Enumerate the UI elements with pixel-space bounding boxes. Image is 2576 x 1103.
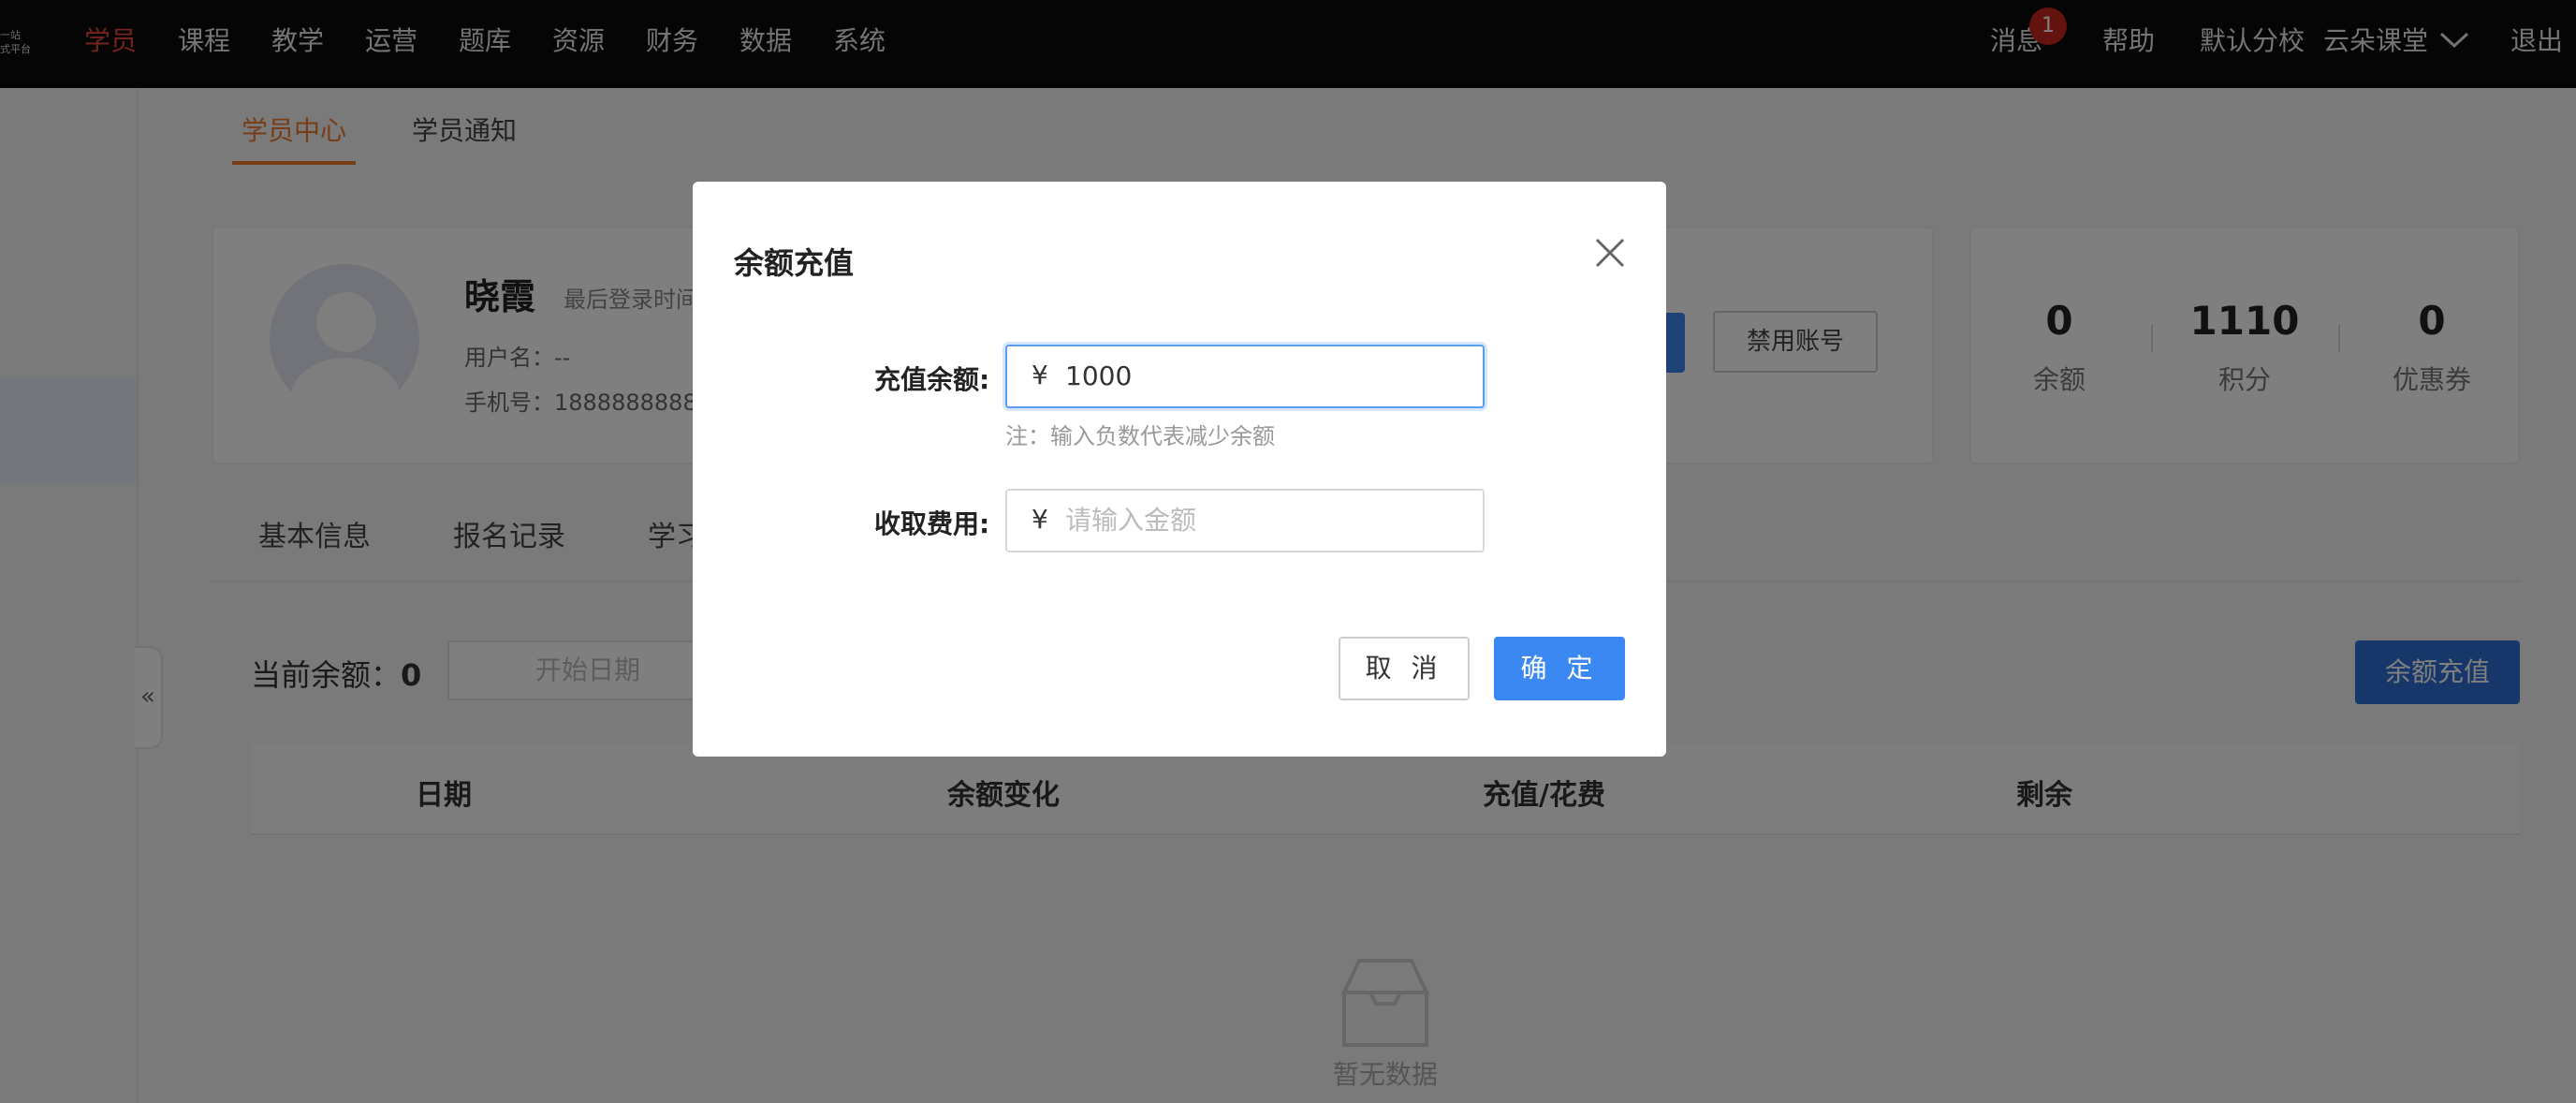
modal-title: 余额充值 (734, 245, 855, 281)
cancel-button[interactable]: 取 消 (1339, 637, 1470, 700)
recharge-modal: 余额充值 充值余额: 1000 ¥ 注：输入负数代表减少余额 收取费用: 请输入… (693, 182, 1666, 757)
confirm-button[interactable]: 确 定 (1494, 637, 1625, 700)
close-icon[interactable] (1593, 236, 1627, 270)
fee-label: 收取费用: (874, 508, 990, 539)
recharge-amount-label: 充值余额: (874, 364, 990, 395)
fee-amount-input[interactable]: 请输入金额 (1005, 489, 1485, 552)
recharge-amount-input[interactable]: 1000 (1005, 345, 1485, 408)
currency-symbol: ¥ (1032, 360, 1048, 390)
recharge-note: 注：输入负数代表减少余额 (1005, 423, 1275, 449)
currency-symbol: ¥ (1032, 504, 1048, 535)
